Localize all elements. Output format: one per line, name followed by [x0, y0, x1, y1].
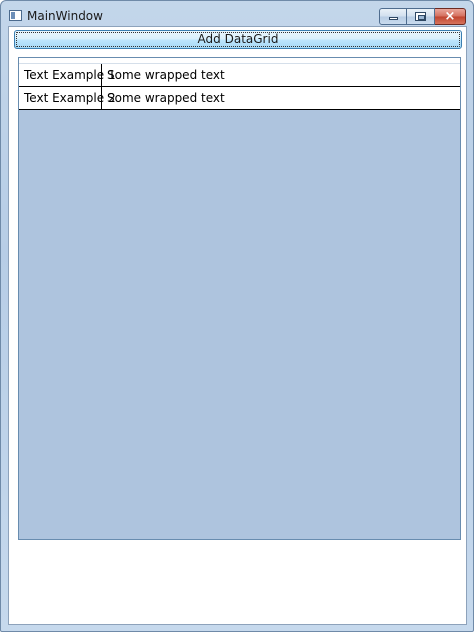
window-app-icon[interactable] [9, 10, 22, 21]
close-icon: × [444, 9, 456, 24]
main-window: MainWindow × Add DataGrid Text Example 1… [0, 0, 474, 632]
table-cell[interactable]: Some wrapped text [102, 87, 460, 109]
table-cell[interactable]: Some wrapped text [102, 64, 460, 86]
table-row[interactable]: Text Example 1 Some wrapped text [19, 64, 460, 87]
data-grid[interactable]: Text Example 1 Some wrapped text Text Ex… [18, 57, 461, 540]
table-row[interactable]: Text Example 2 Some wrapped text [19, 87, 460, 110]
window-client-area: Add DataGrid Text Example 1 Some wrapped… [8, 26, 467, 625]
title-bar[interactable]: MainWindow × [1, 1, 473, 27]
table-cell[interactable]: Text Example 2 [19, 87, 116, 109]
window-title: MainWindow [27, 9, 103, 23]
close-button[interactable]: × [435, 8, 466, 25]
maximize-button[interactable] [407, 8, 435, 25]
minimize-icon [389, 17, 398, 20]
add-datagrid-button[interactable]: Add DataGrid [14, 30, 462, 49]
maximize-icon [415, 12, 426, 21]
minimize-button[interactable] [379, 8, 407, 25]
table-cell[interactable]: Text Example 1 [19, 64, 116, 86]
